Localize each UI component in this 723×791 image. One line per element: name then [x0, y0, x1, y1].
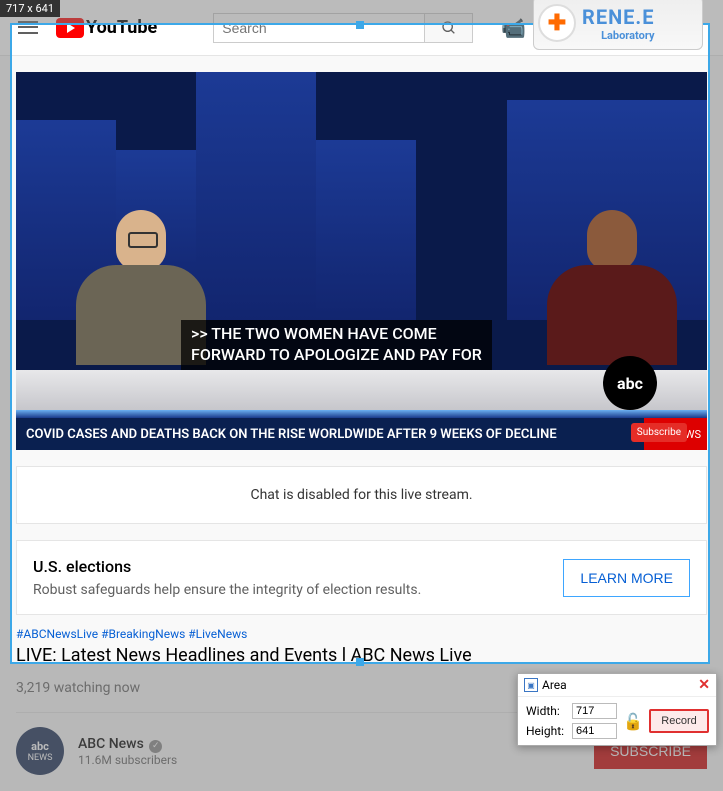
width-input[interactable] — [572, 703, 617, 719]
hamburger-menu-icon[interactable] — [16, 16, 40, 40]
youtube-wordmark: YouTube — [86, 17, 157, 38]
info-card-title: U.S. elections — [33, 557, 421, 576]
chat-disabled-notice: Chat is disabled for this live stream. — [16, 466, 707, 524]
renee-watermark: ✚ RENE.E Laboratory — [533, 0, 703, 50]
learn-more-button[interactable]: LEARN MORE — [563, 559, 690, 597]
width-label: Width: — [526, 704, 568, 718]
search-icon — [441, 20, 457, 36]
election-info-card: U.S. elections Robust safeguards help en… — [16, 540, 707, 615]
channel-avatar[interactable]: abc NEWS — [16, 727, 64, 775]
subscriber-count: 11.6M subscribers — [78, 753, 177, 767]
info-card-desc: Robust safeguards help ensure the integr… — [33, 582, 421, 598]
lock-aspect-icon[interactable]: 🔓 — [623, 712, 643, 731]
close-icon[interactable]: ✕ — [698, 677, 710, 693]
renee-subtitle: Laboratory — [582, 29, 654, 42]
area-window-icon: ▣ — [524, 678, 538, 692]
area-panel-title: Area — [542, 678, 567, 692]
abc-logo-icon: abc — [603, 356, 657, 410]
search-input[interactable] — [213, 13, 425, 43]
video-player[interactable]: >> THE TWO WOMEN HAVE COME FORWARD TO AP… — [16, 72, 707, 450]
record-button[interactable]: Record — [649, 709, 709, 733]
watching-count: 3,219 watching now — [16, 680, 140, 696]
search-bar — [213, 13, 473, 43]
height-input[interactable] — [572, 723, 617, 739]
youtube-play-icon — [56, 18, 84, 38]
channel-watermark[interactable]: Subscribe — [631, 423, 687, 442]
height-label: Height: — [526, 724, 568, 738]
area-panel[interactable]: ▣ Area ✕ Width: 🔓 Record Height: — [517, 673, 717, 746]
video-title: LIVE: Latest News Headlines and Events l… — [16, 645, 707, 666]
search-button[interactable] — [425, 13, 473, 43]
renee-title: RENE.E — [582, 5, 654, 29]
youtube-logo[interactable]: YouTube — [56, 17, 157, 38]
renee-cross-icon: ✚ — [538, 4, 576, 42]
upload-icon[interactable]: 📹 — [501, 16, 526, 40]
hashtags[interactable]: #ABCNewsLive #BreakingNews #LiveNews — [16, 627, 707, 641]
channel-name[interactable]: ABC News ✓ — [78, 736, 177, 753]
anchor-right — [547, 210, 677, 370]
selection-size-label: 717 x 641 — [0, 0, 60, 17]
closed-caption: >> THE TWO WOMEN HAVE COME FORWARD TO AP… — [181, 320, 492, 370]
verified-badge-icon: ✓ — [149, 740, 162, 753]
news-ticker: COVID CASES AND DEATHS BACK ON THE RISE … — [16, 418, 707, 450]
